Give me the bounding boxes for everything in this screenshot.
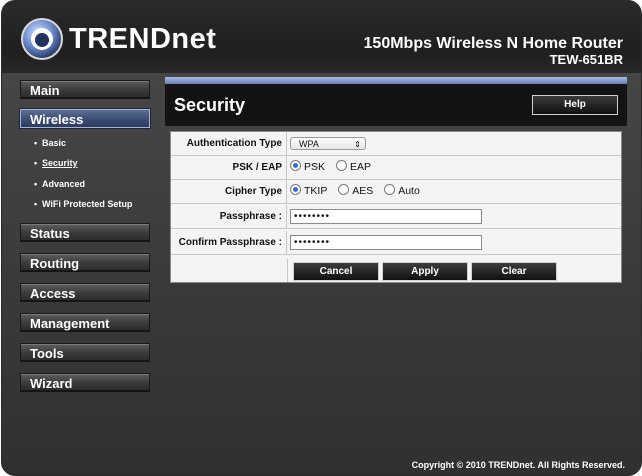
passphrase-cell: •••••••• [290,205,482,228]
subnav-basic[interactable]: • Basic [34,138,66,148]
router-admin-frame: TRENDnet 150Mbps Wireless N Home Router … [1,0,642,476]
psk-eap-row: PSK / EAP PSK EAP [171,156,621,180]
bullet: • [34,179,38,189]
bullet: • [34,199,38,209]
panel-accent-bar [165,77,627,84]
action-button-row: Cancel Apply Clear [171,259,621,282]
nav-management[interactable]: Management [20,313,150,332]
auto-radio[interactable] [384,184,396,195]
product-title: 150Mbps Wireless N Home Router [363,35,623,52]
psk-eap-options: PSK EAP [290,156,379,179]
cipher-row: Cipher Type TKIP AES Auto [171,180,621,204]
psk-option-label: PSK [304,161,326,173]
aes-option[interactable]: AES [338,184,374,197]
security-panel: Security Help Authentication Type WPA ⇕ … [165,77,627,287]
confirm-passphrase-label: Confirm Passphrase : [171,231,287,254]
apply-button[interactable]: Apply [382,262,468,281]
subnav-advanced-label: Advanced [42,179,86,189]
nav-access[interactable]: Access [20,283,150,302]
nav-status[interactable]: Status [20,223,150,242]
security-form: Authentication Type WPA ⇕ PSK / EAP PSK … [170,131,622,283]
tkip-option[interactable]: TKIP [290,184,328,197]
subnav-wps[interactable]: • WiFi Protected Setup [34,199,132,209]
confirm-passphrase-cell: •••••••• [290,231,482,254]
panel-header: Security Help [165,84,627,126]
aes-radio[interactable] [338,184,350,195]
auth-type-select[interactable]: WPA ⇕ [290,136,366,150]
tkip-radio[interactable] [290,184,301,195]
passphrase-row: Passphrase : •••••••• [171,205,621,229]
header-bar: TRENDnet 150Mbps Wireless N Home Router … [2,1,641,73]
brand-logo-text: TRENDnet [69,23,217,55]
dropdown-arrows-icon: ⇕ [354,139,361,149]
subnav-advanced[interactable]: • Advanced [34,179,85,189]
eap-option-label: EAP [349,161,371,173]
nav-main[interactable]: Main [20,80,150,99]
nav-wireless[interactable]: Wireless [20,109,150,128]
psk-option[interactable]: PSK [290,160,326,173]
subnav-security-label: Security [42,158,78,168]
copyright-text: Copyright © 2010 TRENDnet. All Rights Re… [411,460,625,470]
psk-radio[interactable] [290,160,301,171]
auto-option-label: Auto [398,185,420,197]
confirm-passphrase-input[interactable]: •••••••• [290,234,482,250]
trendnet-eye-logo-icon [21,18,63,60]
model-number: TEW-651BR [549,52,623,67]
eap-radio[interactable] [335,160,347,171]
cipher-options: TKIP AES Auto [290,180,428,203]
action-row-spacer [171,259,288,282]
aes-option-label: AES [352,185,374,197]
auth-type-label: Authentication Type [171,132,287,155]
bullet: • [34,138,38,148]
auth-type-value-cell: WPA ⇕ [290,132,366,155]
confirm-passphrase-row: Confirm Passphrase : •••••••• [171,231,621,255]
auth-type-selected: WPA [299,138,319,149]
passphrase-label: Passphrase : [171,205,287,228]
cancel-button[interactable]: Cancel [293,262,379,281]
clear-button[interactable]: Clear [471,262,557,281]
eap-option[interactable]: EAP [335,160,371,173]
subnav-wps-label: WiFi Protected Setup [42,199,133,209]
nav-tools[interactable]: Tools [20,343,150,362]
brand-logo: TRENDnet [20,17,220,61]
tkip-option-label: TKIP [304,185,328,197]
auto-option[interactable]: Auto [384,184,420,197]
subnav-security[interactable]: • Security [34,158,78,168]
nav-routing[interactable]: Routing [20,253,150,272]
page-title: Security [174,95,246,115]
nav-wizard[interactable]: Wizard [20,373,150,392]
subnav-basic-label: Basic [42,138,67,148]
help-button[interactable]: Help [532,95,618,115]
bullet: • [34,158,38,168]
cipher-label: Cipher Type [171,180,287,203]
psk-eap-label: PSK / EAP [171,156,287,179]
passphrase-input[interactable]: •••••••• [290,208,482,224]
auth-type-row: Authentication Type WPA ⇕ [171,132,621,156]
